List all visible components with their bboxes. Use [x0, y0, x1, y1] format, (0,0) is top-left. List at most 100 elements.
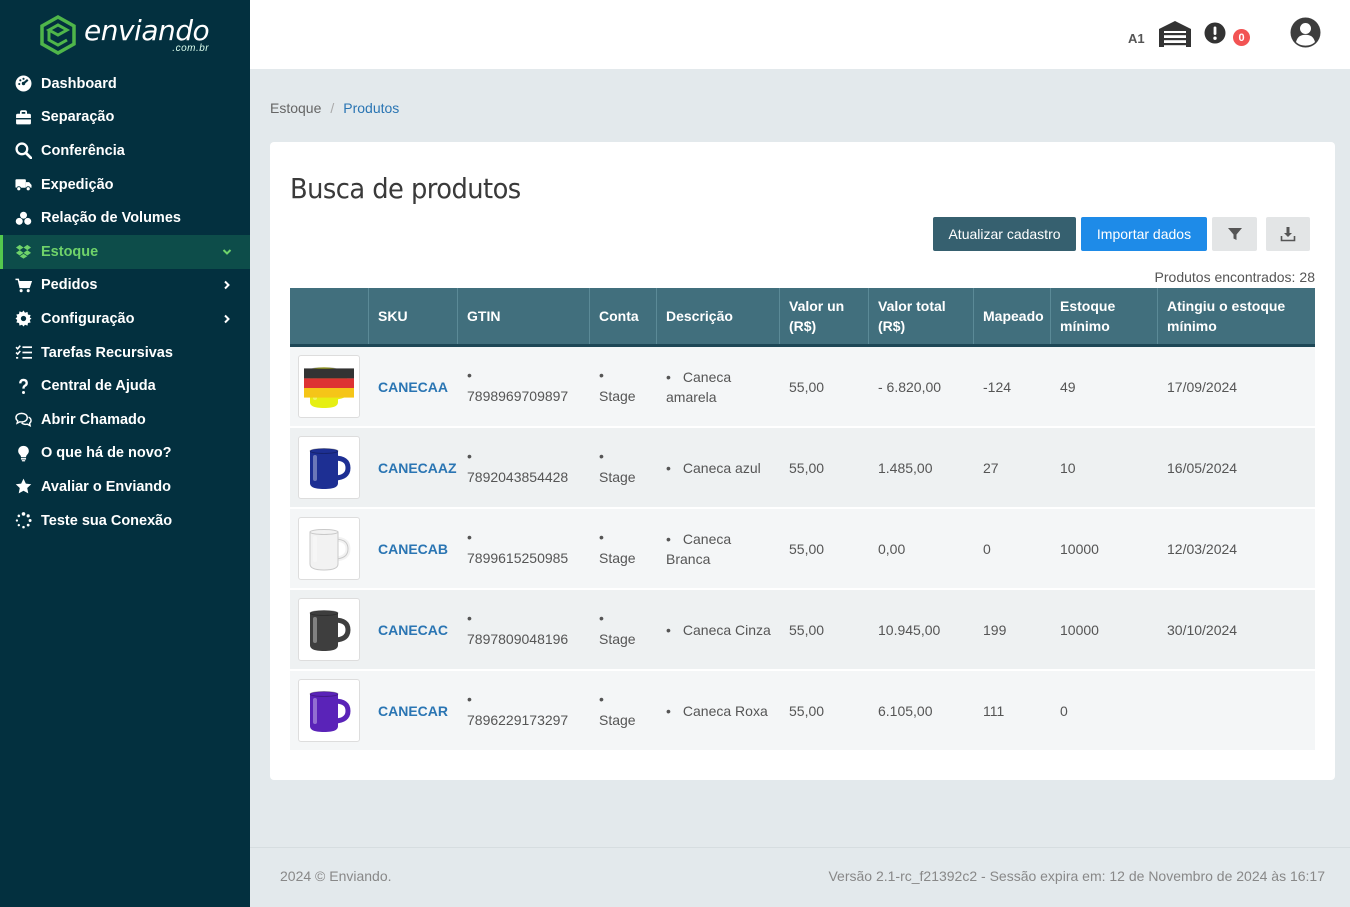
sidebar-item-label: Pedidos: [41, 277, 98, 294]
sidebar-item-label: Relação de Volumes: [41, 210, 181, 227]
flag-icon: [304, 368, 354, 398]
sidebar-item-conferencia[interactable]: Conferência: [0, 134, 250, 168]
mapeado-cell: 27: [983, 459, 999, 476]
sidebar-item-tarefas-recursivas[interactable]: Tarefas Recursivas: [0, 336, 250, 370]
table-row[interactable]: CANECAC • 7897809048196 • Stage • Caneca Cinza…: [290, 590, 1315, 671]
descricao-value: Caneca amarela: [666, 368, 732, 405]
import-data-button[interactable]: Importar dados: [1081, 217, 1207, 251]
sidebar-item-configuracao[interactable]: Configuração: [0, 302, 250, 336]
table-row[interactable]: CANECAA • 7898969709897 • Stage • Caneca amare…: [290, 347, 1315, 428]
products-found-count: Produtos encontrados: 28: [1155, 269, 1315, 285]
col-header-atingiu[interactable]: Atingiu o estoque mínimo: [1158, 288, 1315, 344]
filter-button[interactable]: [1212, 217, 1257, 251]
sidebar-item-novidades[interactable]: O que há de novo?: [0, 437, 250, 471]
sidebar-item-label: O que há de novo?: [41, 445, 172, 462]
bullet-dot: •: [599, 366, 604, 383]
bullet-dot: •: [467, 609, 472, 626]
table-row[interactable]: CANECAR • 7896229173297 • Stage • Caneca Roxa 5…: [290, 671, 1315, 752]
sku-link[interactable]: CANECAAZ: [378, 458, 457, 478]
col-header-conta[interactable]: Conta: [590, 288, 657, 344]
product-image-cell: [290, 590, 369, 669]
sidebar-item-pedidos[interactable]: Pedidos: [0, 269, 250, 303]
sidebar-item-expedicao[interactable]: Expedição: [0, 168, 250, 202]
sidebar-item-separacao[interactable]: Separação: [0, 101, 250, 135]
sidebar-item-central-ajuda[interactable]: Central de Ajuda: [0, 369, 250, 403]
sidebar-item-label: Avaliar o Enviando: [41, 478, 171, 495]
logo-cube-icon: [40, 14, 76, 56]
descricao-value: Caneca Roxa: [682, 702, 768, 719]
product-image[interactable]: [298, 436, 360, 499]
sku-link[interactable]: CANECAB: [378, 539, 448, 559]
found-label: Produtos encontrados:: [1154, 269, 1296, 285]
descricao-value: Caneca Cinza: [682, 621, 771, 638]
estoque-minimo-cell: 10000: [1060, 621, 1099, 638]
sidebar-item-label: Dashboard: [41, 75, 117, 92]
sidebar-item-dashboard[interactable]: Dashboard: [0, 67, 250, 101]
sidebar-item-avaliar[interactable]: Avaliar o Enviando: [0, 470, 250, 504]
valor-un-cell: 55,00: [789, 459, 825, 476]
sku-cell: CANECAA: [369, 347, 458, 426]
bullet-dot: •: [599, 447, 604, 464]
gtin-value: 7899615250985: [467, 549, 569, 566]
product-image[interactable]: [298, 598, 360, 661]
bullet-dot: •: [666, 621, 671, 638]
briefcase-icon: [14, 108, 33, 127]
col-header-sku[interactable]: SKU: [369, 288, 458, 344]
col-header-gtin[interactable]: GTIN: [458, 288, 590, 344]
col-header-mapeado[interactable]: Mapeado: [974, 288, 1051, 344]
user-avatar-icon[interactable]: [1290, 17, 1321, 48]
chevron-right-icon: [224, 281, 230, 290]
product-image[interactable]: [298, 517, 360, 580]
tasks-icon: [14, 343, 33, 362]
descricao-cell: • Caneca azul: [657, 428, 780, 507]
sidebar: enviando .com.br Dashboard Separação Con…: [0, 0, 250, 907]
col-header-descricao[interactable]: Descrição: [657, 288, 780, 344]
products-table: SKU GTIN Conta Descrição Valor un (R$) V…: [290, 288, 1315, 752]
product-image[interactable]: [298, 679, 360, 742]
alerts-count-badge[interactable]: 0: [1233, 29, 1250, 46]
chevron-right-icon: [224, 314, 230, 324]
bullet-dot: •: [467, 447, 472, 464]
col-header-valor-un[interactable]: Valor un (R$): [780, 288, 869, 344]
bullet-dot: •: [666, 459, 671, 476]
conta-value: Stage: [599, 711, 636, 728]
sidebar-item-teste-conexao[interactable]: Teste sua Conexão: [0, 504, 250, 538]
valor-un-cell: 55,00: [789, 378, 825, 395]
cart-icon: [14, 276, 33, 295]
update-registry-button[interactable]: Atualizar cadastro: [933, 217, 1076, 251]
gtin-cell: • 7899615250985: [458, 509, 590, 588]
descricao-cell: • Caneca Roxa: [657, 671, 780, 750]
breadcrumb-current[interactable]: Produtos: [343, 100, 399, 116]
col-header-image: [290, 288, 369, 344]
sku-link[interactable]: CANECAR: [378, 701, 448, 721]
sku-link[interactable]: CANECAC: [378, 620, 448, 640]
sidebar-item-abrir-chamado[interactable]: Abrir Chamado: [0, 403, 250, 437]
sidebar-menu: Dashboard Separação Conferência Expediçã…: [0, 67, 250, 537]
product-image[interactable]: [298, 355, 360, 418]
sku-link[interactable]: CANECAA: [378, 377, 448, 397]
sidebar-item-estoque[interactable]: Estoque: [0, 234, 250, 269]
descricao-value: Caneca azul: [682, 459, 761, 476]
sidebar-item-relacao-volumes[interactable]: Relação de Volumes: [0, 201, 250, 235]
col-header-valor-total[interactable]: Valor total (R$): [869, 288, 974, 344]
sidebar-item-label: Expedição: [41, 176, 114, 193]
conta-value: Stage: [599, 549, 636, 566]
table-row[interactable]: CANECAB • 7899615250985 • Stage • Caneca Branc…: [290, 509, 1315, 590]
conta-cell: • Stage: [590, 347, 657, 426]
breadcrumb-parent[interactable]: Estoque: [270, 100, 321, 116]
table-row[interactable]: CANECAAZ • 7892043854428 • Stage • Caneca azul…: [290, 428, 1315, 509]
atingiu-cell: [1158, 671, 1315, 750]
brand-logo[interactable]: enviando .com.br: [38, 14, 210, 56]
alert-icon[interactable]: [1204, 22, 1226, 44]
valor-total-cell: 0,00: [878, 540, 906, 557]
sidebar-item-label: Teste sua Conexão: [41, 512, 173, 529]
gtin-value: 7892043854428: [467, 468, 569, 485]
atingiu-cell: 12/03/2024: [1167, 540, 1238, 557]
sidebar-item-label: Estoque: [41, 243, 99, 260]
warehouse-code[interactable]: A1: [1128, 31, 1145, 46]
col-header-estoque-minimo[interactable]: Estoque mínimo: [1051, 288, 1158, 344]
bullet-dot: •: [599, 690, 604, 707]
download-button[interactable]: [1266, 217, 1310, 251]
warehouse-icon[interactable]: [1158, 20, 1192, 48]
atingiu-cell: 16/05/2024: [1167, 459, 1238, 476]
